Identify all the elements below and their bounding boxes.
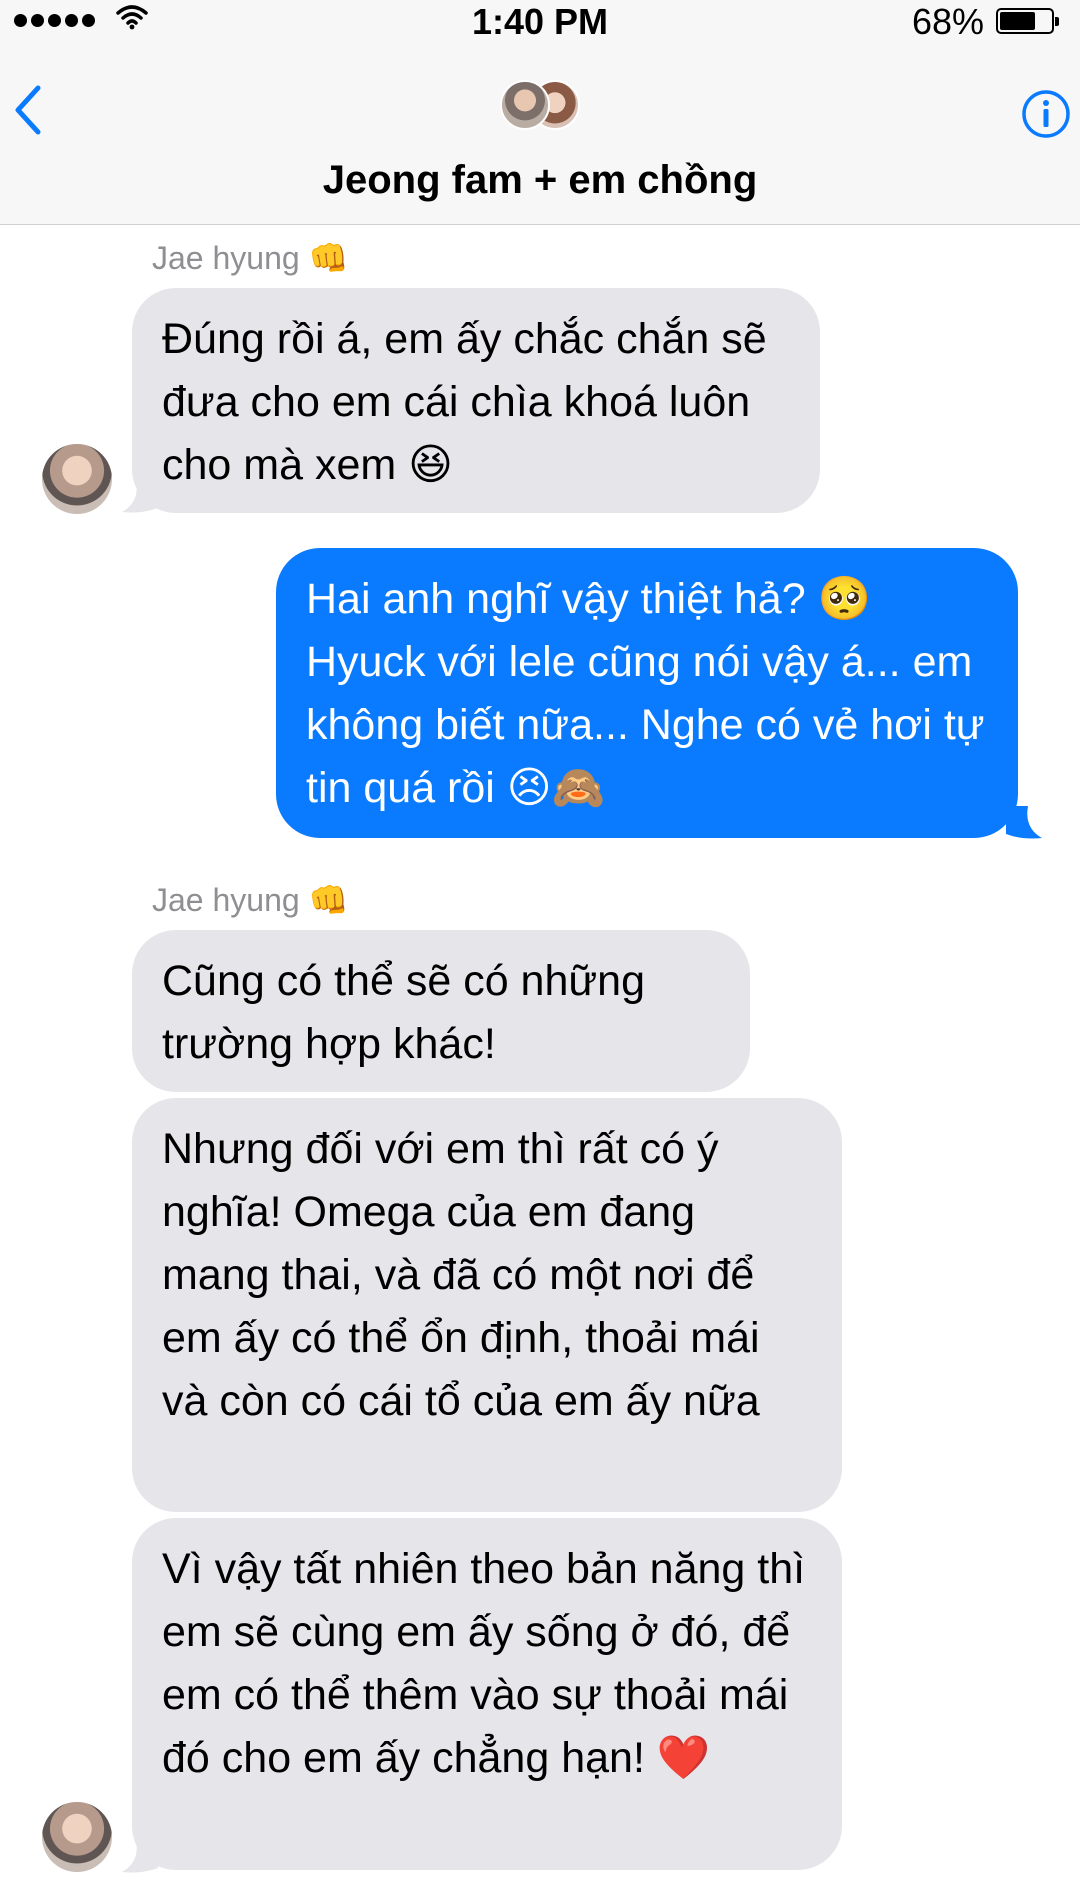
sender-name: Jae hyung 👊 (152, 882, 349, 918)
message-bubble[interactable]: Nhưng đối với em thì rất có ý nghĩa! Ome… (132, 1098, 842, 1512)
group-avatars[interactable] (500, 78, 580, 132)
sender-name: Jae hyung 👊 (152, 240, 349, 276)
message-bubble[interactable]: Đúng rồi á, em ấy chắc chắn sẽ đưa cho e… (132, 288, 820, 513)
bubble-tail (122, 1840, 158, 1873)
message-bubble[interactable]: Hai anh nghĩ vậy thiệt hả? 🥺 Hyuck với l… (276, 548, 1018, 838)
message-bubble[interactable]: Vì vậy tất nhiên theo bản năng thì em sẽ… (132, 1518, 842, 1870)
navigation-header: 1:40 PM 68% Jeong fam + em chồng (0, 0, 1080, 225)
info-icon[interactable] (1020, 88, 1072, 140)
battery-percentage: 68% (911, 1, 984, 42)
bubble-tail (1006, 806, 1042, 839)
status-bar: 1:40 PM 68% (0, 0, 1080, 48)
battery-icon (996, 8, 1059, 34)
conversation-title[interactable]: Jeong fam + em chồng (0, 156, 1080, 204)
avatar[interactable] (42, 444, 112, 514)
avatar[interactable] (42, 1802, 112, 1872)
avatar (500, 80, 550, 130)
chevron-left-icon[interactable] (10, 82, 46, 138)
message-bubble[interactable]: Cũng có thể sẽ có những trường hợp khác! (132, 930, 750, 1092)
bubble-tail (122, 480, 158, 513)
